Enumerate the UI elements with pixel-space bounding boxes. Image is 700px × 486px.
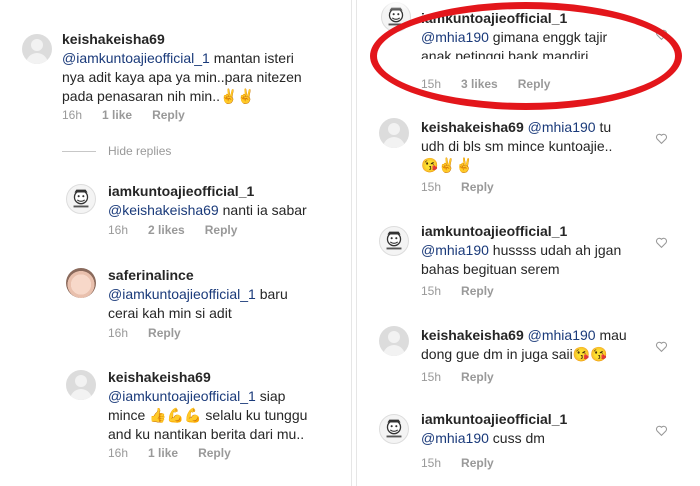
heart-outline-icon[interactable] (655, 236, 668, 249)
comment-body: keishakeisha69 @iamkuntoajieofficial_1 m… (62, 30, 332, 106)
comment-emoji: 😘✌✌ (421, 157, 474, 173)
comment-text: and ku nantikan berita dari mu.. (108, 426, 305, 442)
default-avatar-icon[interactable] (22, 34, 52, 64)
comment-text: tu (595, 119, 612, 135)
comment-time: 15h (421, 77, 442, 91)
reply-button[interactable]: Reply (461, 370, 494, 384)
comment-body: iamkuntoajieofficial_1 @keishakeisha69 n… (108, 182, 338, 220)
comment-text: udh di bls sm mince kuntoajie.. (421, 138, 613, 154)
comment-text: anak petinggi bank mandiri (421, 48, 589, 59)
comment-time: 16h (108, 223, 129, 237)
comment-body: iamkuntoajieofficial_1 @mhia190 gimana e… (421, 9, 661, 59)
comment-likes[interactable]: 2 likes (148, 223, 185, 237)
comment-mention[interactable]: @mhia190 (528, 327, 596, 343)
comment-text: baru (255, 286, 288, 302)
left-comments-panel: keishakeisha69 @iamkuntoajieofficial_1 m… (0, 0, 352, 486)
comment-emoji: 👍💪💪 (149, 407, 202, 423)
comment-mention[interactable]: @mhia190 (421, 29, 489, 45)
heart-outline-icon[interactable] (655, 132, 668, 145)
reply-button[interactable]: Reply (461, 180, 494, 194)
default-avatar-icon[interactable] (379, 118, 409, 148)
comment-mention[interactable]: @mhia190 (528, 119, 596, 135)
reply-button[interactable]: Reply (518, 77, 551, 91)
comment-text: dong gue dm in juga saii (421, 346, 573, 362)
reply-button[interactable]: Reply (205, 223, 238, 237)
comment-time: 16h (62, 108, 83, 122)
comment-username[interactable]: keishakeisha69 (421, 119, 524, 135)
scroll-fade (357, 0, 700, 12)
kuntoajie-logo-avatar[interactable] (66, 184, 96, 214)
comment-mention[interactable]: @iamkuntoajieofficial_1 (62, 50, 210, 66)
right-comments-panel: iamkuntoajieofficial_1 @mhia190 gimana e… (356, 0, 700, 486)
comment-text: nanti ia sabar (218, 202, 307, 218)
comment-text: mau (595, 327, 627, 343)
comment-text: hussss udah ah jgan (488, 242, 622, 258)
heart-outline-icon[interactable] (655, 28, 668, 41)
comment-emoji: 😘😘 (572, 346, 608, 362)
comment-body: keishakeisha69 @mhia190 mau dong gue dm … (421, 326, 657, 364)
comment-text: nya adit kaya apa ya min..para nitezen (62, 69, 302, 85)
comment-body: iamkuntoajieofficial_1 @mhia190 hussss u… (421, 222, 657, 279)
hide-replies-toggle[interactable]: Hide replies (62, 144, 171, 158)
comment-text: bahas begituan serem (421, 261, 560, 277)
reply-button[interactable]: Reply (198, 446, 231, 460)
comment-time: 15h (421, 456, 442, 470)
comment-meta: 16h 1 like Reply (108, 446, 231, 460)
comment-username[interactable]: keishakeisha69 (62, 31, 165, 47)
comment-username[interactable]: iamkuntoajieofficial_1 (421, 10, 567, 26)
heart-outline-icon[interactable] (655, 340, 668, 353)
comment-username[interactable]: iamkuntoajieofficial_1 (421, 223, 567, 239)
reply-button[interactable]: Reply (148, 326, 181, 340)
comment-likes[interactable]: 1 like (148, 446, 178, 460)
reply-button[interactable]: Reply (152, 108, 185, 122)
comment-username[interactable]: saferinalince (108, 267, 194, 283)
default-avatar-icon[interactable] (66, 370, 96, 400)
comment-mention[interactable]: @iamkuntoajieofficial_1 (108, 286, 256, 302)
comment-time: 16h (108, 446, 129, 460)
comment-time: 15h (421, 370, 442, 384)
comment-username[interactable]: keishakeisha69 (108, 369, 211, 385)
comment-text: pada penasaran nih min..✌✌ (62, 88, 255, 104)
comment-meta: 16h Reply (108, 326, 181, 340)
kuntoajie-logo-avatar[interactable] (379, 414, 409, 444)
comment-meta: 15h Reply (421, 284, 494, 298)
comment-text: mantan isteri (209, 50, 294, 66)
comment-mention[interactable]: @iamkuntoajieofficial_1 (108, 388, 256, 404)
comment-body: keishakeisha69 @mhia190 tu udh di bls sm… (421, 118, 657, 175)
comment-mention[interactable]: @mhia190 (421, 430, 489, 446)
heart-outline-icon[interactable] (655, 424, 668, 437)
divider (62, 150, 96, 152)
comment-likes[interactable]: 1 like (102, 108, 132, 122)
comment-meta: 15h Reply (421, 370, 494, 384)
kuntoajie-logo-avatar[interactable] (379, 226, 409, 256)
comment-time: 15h (421, 180, 442, 194)
comment-time: 16h (108, 326, 129, 340)
comment-text: selalu ku tunggu (201, 407, 308, 423)
hide-replies-label[interactable]: Hide replies (108, 144, 171, 158)
comment-time: 15h (421, 284, 442, 298)
reply-button[interactable]: Reply (461, 284, 494, 298)
default-avatar-icon[interactable] (379, 326, 409, 356)
comment-meta: 15h Reply (421, 456, 494, 470)
comment-mention[interactable]: @mhia190 (421, 242, 489, 258)
comment-text: mince (108, 407, 150, 423)
baby-photo-avatar[interactable] (66, 268, 96, 298)
comment-username[interactable]: iamkuntoajieofficial_1 (108, 183, 254, 199)
comment-text: siap (255, 388, 286, 404)
comment-meta: 16h 1 like Reply (62, 108, 185, 122)
comment-text: gimana enggk tajir (488, 29, 608, 45)
comment-text: cuss dm (488, 430, 545, 446)
comment-body: saferinalince @iamkuntoajieofficial_1 ba… (108, 266, 338, 323)
comment-body: iamkuntoajieofficial_1 @mhia190 cuss dm (421, 410, 657, 448)
comment-username[interactable]: iamkuntoajieofficial_1 (421, 411, 567, 427)
comment-mention[interactable]: @keishakeisha69 (108, 202, 219, 218)
comment-username[interactable]: keishakeisha69 (421, 327, 524, 343)
comment-likes[interactable]: 3 likes (461, 77, 498, 91)
comment-meta: 15h 3 likes Reply (421, 77, 550, 91)
comment-meta: 15h Reply (421, 180, 494, 194)
comment-text: cerai kah min si adit (108, 305, 232, 321)
reply-button[interactable]: Reply (461, 456, 494, 470)
comment-body: keishakeisha69 @iamkuntoajieofficial_1 s… (108, 368, 344, 444)
comment-meta: 16h 2 likes Reply (108, 223, 237, 237)
